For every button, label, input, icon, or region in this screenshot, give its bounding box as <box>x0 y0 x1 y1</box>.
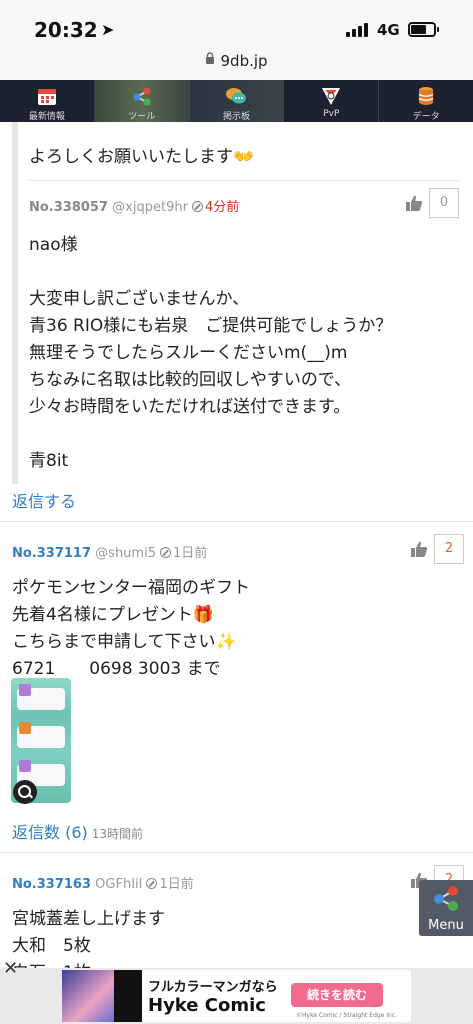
post-line: 青8it <box>29 451 69 471</box>
share-nodes-icon <box>434 886 458 911</box>
nav-label: ツール <box>128 112 156 122</box>
close-icon[interactable]: ✕ <box>3 958 18 979</box>
post-line: nao様 <box>29 235 78 255</box>
database-icon <box>418 87 434 105</box>
post-line: 大変申し訳ございませんか、 <box>29 289 250 309</box>
nav-label: PvP <box>323 109 340 119</box>
ad-headline: フルカラーマンガなら <box>148 980 278 995</box>
nav-item-tools[interactable]: ツール <box>94 80 190 122</box>
menu-button[interactable]: Menu <box>419 880 473 936</box>
post-user: @shumi5 <box>95 546 156 561</box>
reply-count: 返信数 (6) <box>12 823 88 842</box>
share-nodes-icon <box>133 87 151 106</box>
reply-time: 13時間前 <box>91 827 144 841</box>
like-count: 2 <box>434 534 464 564</box>
status-bar: 20:32 ➤ 4G <box>0 0 473 48</box>
battery-icon <box>408 22 439 37</box>
post-line: こちらまで申請して下さい✨ <box>12 632 237 652</box>
like-button[interactable]: 2 <box>410 534 470 564</box>
thumbs-up-icon <box>406 195 423 211</box>
divider <box>0 852 473 853</box>
post-meta: No.338057 @xjqpet9hr 4分前 <box>29 196 239 215</box>
post-time: 4分前 <box>204 200 240 215</box>
post-line: 少々お時間をいただければ送付できます。 <box>29 397 351 417</box>
post-user: @xjqpet9hr <box>112 200 188 215</box>
ad-banner: ✕ フルカラーマンガなら Hyke Comic 続きを読む ©Hyke Comi… <box>0 958 473 1024</box>
post-line: 青36 RIO様にも岩泉 ご提供可能でしょうか？ <box>29 316 393 336</box>
site-nav: 最新情報 ツール 掲示板 PvP データ <box>0 80 473 122</box>
nav-item-news[interactable]: 最新情報 <box>0 80 95 122</box>
reply-count-link[interactable]: 返信数 (6) 13時間前 <box>12 819 143 843</box>
chat-bubbles-icon <box>226 88 247 104</box>
nav-item-pvp[interactable]: PvP <box>284 80 380 122</box>
post-line: 宮城蓋差し上げます <box>12 909 165 929</box>
post-time: 1日前 <box>172 546 208 561</box>
post-line: 先着4名様にプレゼント🎁 <box>12 605 214 625</box>
lock-icon <box>205 51 215 67</box>
pvp-triangle-icon <box>322 88 341 105</box>
zoom-icon[interactable] <box>13 780 37 804</box>
ad-cta-button[interactable]: 続きを読む <box>291 983 383 1007</box>
ad-creative[interactable]: フルカラーマンガなら Hyke Comic 続きを読む ©Hyke Comic … <box>62 970 411 1022</box>
nav-item-board[interactable]: 掲示板 <box>189 80 285 122</box>
nav-label: 最新情報 <box>28 112 65 122</box>
post-time: 1日前 <box>159 877 194 892</box>
post-line: 無理そうでしたらスルーくださいm(__)m <box>29 343 348 363</box>
like-button[interactable]: 0 <box>405 188 465 218</box>
post-line: 6721 0698 3003 まで <box>12 659 221 679</box>
location-arrow-icon: ➤ <box>101 20 115 39</box>
post-meta: No.337163 OGFhIiI 1日前 <box>12 873 194 892</box>
clock-time: 20:32 <box>34 18 98 42</box>
clock-icon <box>146 878 158 889</box>
ad-artwork <box>114 970 142 1022</box>
post-meta: No.337117 @shumi5 1日前 <box>12 542 207 561</box>
like-count: 0 <box>429 188 459 218</box>
post-line: 大和 5枚 <box>12 936 91 956</box>
menu-label: Menu <box>428 918 464 933</box>
calendar-icon <box>37 89 56 105</box>
clock-icon <box>191 201 203 212</box>
post-number[interactable]: No.337117 <box>12 546 91 561</box>
ad-artwork <box>62 970 114 1022</box>
nav-label: データ <box>412 112 440 122</box>
url-text: 9db.jp <box>220 52 268 70</box>
divider <box>29 180 461 181</box>
nav-label: 掲示板 <box>222 112 250 122</box>
clock-icon <box>159 547 171 558</box>
ad-copyright: ©Hyke Comic / Straight Edge Inc. <box>296 1012 398 1019</box>
post-line: ちなみに名取は比較的回収しやすいので、 <box>29 370 352 390</box>
post-user: OGFhIiI <box>95 877 143 892</box>
network-type: 4G <box>377 21 400 39</box>
divider <box>0 521 473 522</box>
post-line: ポケモンセンター福岡のギフト <box>12 578 250 598</box>
ad-brand: Hyke Comic <box>148 995 266 1016</box>
cellular-signal-icon <box>346 23 372 37</box>
post-number[interactable]: No.338057 <box>29 200 108 215</box>
reply-link[interactable]: 返信する <box>12 488 76 512</box>
address-bar[interactable]: 9db.jp <box>0 48 473 80</box>
thumbs-up-icon <box>411 541 428 557</box>
quoted-text: よろしくお願いいたします👐 <box>29 147 255 167</box>
post-number[interactable]: No.337163 <box>12 877 91 892</box>
nav-item-data[interactable]: データ <box>379 80 473 122</box>
